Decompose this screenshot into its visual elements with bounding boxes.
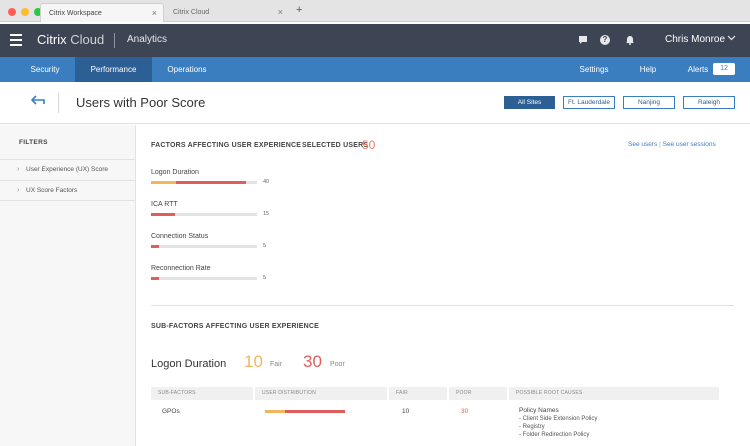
selected-users-label: SELECTED USERS bbox=[302, 142, 369, 149]
main-content: FACTORS AFFECTING USER EXPERIENCE SELECT… bbox=[136, 125, 750, 446]
nav-alerts[interactable]: Alerts bbox=[682, 57, 714, 82]
column-header: SUB-FACTORS bbox=[151, 387, 253, 400]
filter-ux-score[interactable]: › User Experience (UX) Score bbox=[0, 159, 136, 180]
user-distribution-bar bbox=[265, 410, 345, 413]
close-window-button[interactable] bbox=[8, 8, 16, 16]
brand-primary: Citrix bbox=[37, 32, 67, 47]
cause-item: - Folder Redirection Policy bbox=[519, 432, 590, 438]
minimize-window-button[interactable] bbox=[21, 8, 29, 16]
see-links: See users | See user sessions bbox=[628, 141, 716, 148]
back-arrow-icon[interactable] bbox=[30, 94, 46, 111]
page-header: Users with Poor Score All Sites Ft. Laud… bbox=[0, 82, 750, 124]
chevron-right-icon: › bbox=[17, 166, 20, 173]
nav-help[interactable]: Help bbox=[632, 57, 664, 82]
cause-title: Policy Names bbox=[519, 407, 559, 414]
selected-users-count: 50 bbox=[362, 138, 376, 152]
poor-value: 30 bbox=[461, 408, 469, 415]
poor-count: 30 bbox=[303, 352, 322, 371]
poor-segment bbox=[176, 181, 247, 184]
cause-item: - Registry bbox=[519, 424, 545, 430]
filter-label: UX Score Factors bbox=[26, 187, 78, 194]
see-users-link[interactable]: See users bbox=[628, 141, 657, 148]
poor-segment bbox=[285, 410, 345, 413]
factor-count: 5 bbox=[263, 275, 267, 281]
window-controls bbox=[8, 8, 42, 16]
page-title: Users with Poor Score bbox=[76, 95, 206, 110]
close-tab-icon[interactable]: × bbox=[278, 3, 283, 22]
title-divider bbox=[58, 93, 59, 113]
section-divider bbox=[151, 305, 734, 306]
section-name: Analytics bbox=[127, 34, 168, 45]
user-menu[interactable]: Chris Monroe bbox=[665, 34, 725, 45]
app-header: Citrix Cloud Analytics ? Chris Monroe bbox=[0, 24, 750, 57]
fair-label: Fair bbox=[270, 361, 283, 368]
nav-settings[interactable]: Settings bbox=[573, 57, 615, 82]
new-tab-button[interactable]: + bbox=[296, 4, 302, 16]
subfactor-name: GPOs bbox=[162, 408, 180, 415]
close-tab-icon[interactable]: × bbox=[152, 4, 157, 23]
column-header: USER DISTRIBUTION bbox=[255, 387, 387, 400]
brand-divider bbox=[114, 33, 115, 48]
site-filter-raleigh[interactable]: Raleigh bbox=[683, 96, 735, 109]
filter-label: User Experience (UX) Score bbox=[26, 166, 108, 173]
filters-title: FILTERS bbox=[19, 139, 48, 146]
factor-bar bbox=[151, 277, 257, 280]
poor-label: Poor bbox=[330, 361, 345, 368]
factor-name: ICA RTT bbox=[151, 201, 178, 208]
factor-count: 15 bbox=[263, 211, 270, 217]
factor-bar bbox=[151, 213, 257, 216]
tab-security[interactable]: Security bbox=[19, 57, 71, 82]
cause-item: - Client Side Extension Policy bbox=[519, 416, 598, 422]
hamburger-menu-icon[interactable] bbox=[10, 34, 22, 46]
root-causes: Policy Names - Client Side Extension Pol… bbox=[519, 407, 597, 439]
fair-count: 10 bbox=[244, 352, 263, 371]
browser-chrome: Citrix Workspace × Citrix Cloud × + bbox=[0, 0, 750, 22]
factor-count: 40 bbox=[263, 179, 270, 185]
tab-label: Citrix Cloud bbox=[173, 9, 210, 16]
tab-label: Citrix Workspace bbox=[49, 10, 102, 17]
chevron-right-icon: › bbox=[17, 187, 20, 194]
site-filter-ft-lauderdale[interactable]: Ft. Lauderdale bbox=[563, 96, 615, 109]
column-header: POOR bbox=[449, 387, 507, 400]
subfactors-heading: SUB-FACTORS AFFECTING USER EXPERIENCE bbox=[151, 323, 320, 330]
filters-sidebar: FILTERS › User Experience (UX) Score › U… bbox=[0, 125, 136, 446]
column-header: FAIR bbox=[389, 387, 447, 400]
poor-segment bbox=[151, 213, 176, 216]
main-nav: Security Performance Operations Settings… bbox=[0, 57, 750, 82]
subfactor-title: Logon Duration bbox=[151, 358, 227, 370]
factors-heading: FACTORS AFFECTING USER EXPERIENCE bbox=[151, 142, 302, 149]
filter-ux-score-factors[interactable]: › UX Score Factors bbox=[0, 180, 136, 201]
tab-operations[interactable]: Operations bbox=[155, 57, 219, 82]
brand-secondary: Cloud bbox=[70, 32, 105, 47]
tab-performance[interactable]: Performance bbox=[75, 57, 152, 82]
poor-segment bbox=[151, 277, 160, 280]
bell-icon[interactable] bbox=[625, 35, 635, 45]
link-separator: | bbox=[659, 141, 661, 148]
factor-bar bbox=[151, 181, 257, 184]
browser-tab-citrix-workspace[interactable]: Citrix Workspace × bbox=[40, 3, 164, 22]
site-filter-all-sites[interactable]: All Sites bbox=[504, 96, 555, 109]
factor-name: Logon Duration bbox=[151, 169, 199, 176]
see-user-sessions-link[interactable]: See user sessions bbox=[663, 141, 716, 148]
factor-count: 5 bbox=[263, 243, 267, 249]
factor-name: Reconnection Rate bbox=[151, 265, 211, 272]
fair-segment bbox=[151, 181, 177, 184]
brand-logo[interactable]: Citrix Cloud bbox=[37, 32, 104, 47]
fair-segment bbox=[265, 410, 285, 413]
column-header: POSSIBLE ROOT CAUSES bbox=[509, 387, 719, 400]
factor-name: Connection Status bbox=[151, 233, 209, 240]
site-filter-nanjing[interactable]: Nanjing bbox=[623, 96, 675, 109]
poor-segment bbox=[151, 245, 160, 248]
alerts-count-badge[interactable]: 12 bbox=[713, 63, 735, 75]
subfactors-table-header: SUB-FACTORS USER DISTRIBUTION FAIR POOR … bbox=[151, 387, 719, 400]
help-icon[interactable]: ? bbox=[600, 35, 610, 45]
factor-bar bbox=[151, 245, 257, 248]
fair-value: 10 bbox=[402, 408, 410, 415]
chevron-down-icon[interactable] bbox=[727, 33, 736, 44]
browser-tab-citrix-cloud[interactable]: Citrix Cloud × bbox=[165, 3, 289, 22]
chat-icon[interactable] bbox=[578, 35, 588, 45]
